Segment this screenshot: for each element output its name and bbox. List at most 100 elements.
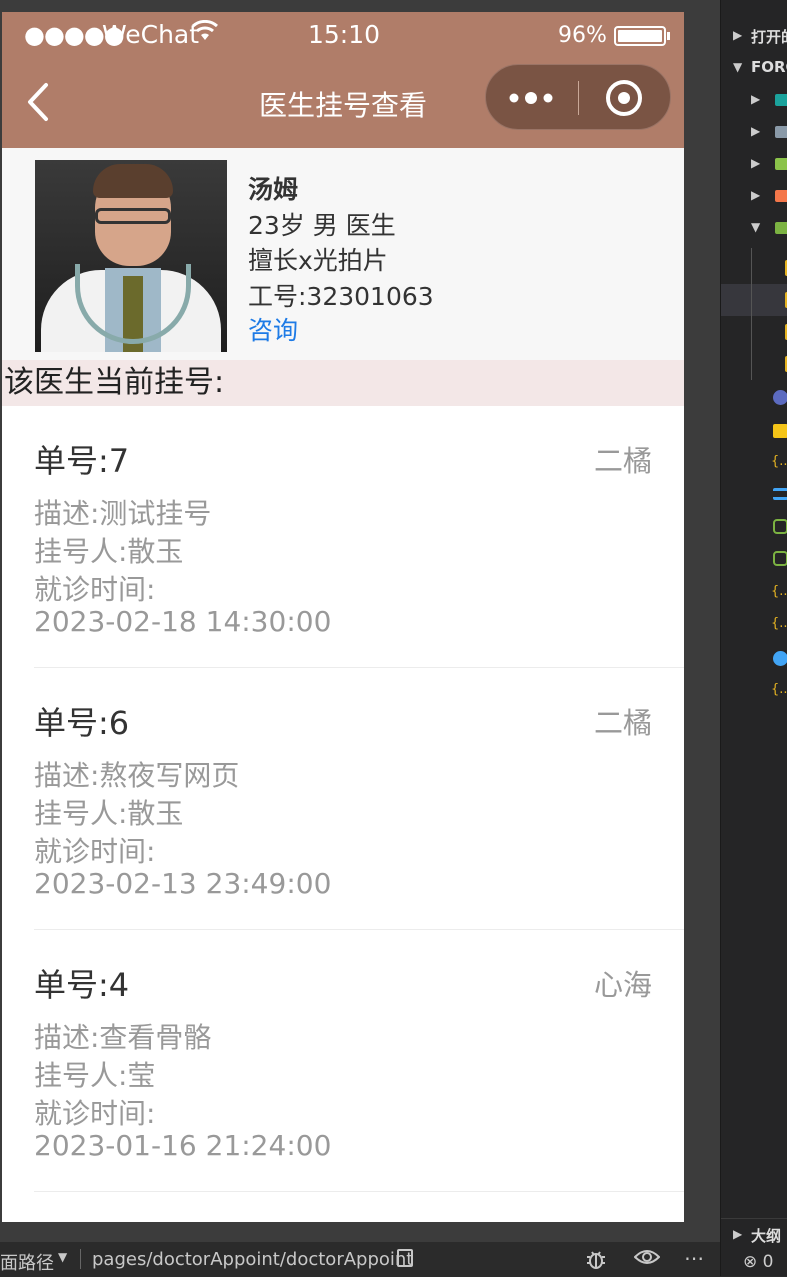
chevron-down-icon: ▼ [733,60,743,74]
project-folder-label: FORC [751,58,787,76]
carrier-name: WeChat [102,20,200,49]
tree-file-item[interactable] [721,316,787,348]
appointment-description: 描述:熬夜写网页 [34,759,240,792]
tree-file-item[interactable] [721,642,787,674]
tree-file-item[interactable] [721,382,787,414]
appointment-time-label: 就诊时间: [34,1097,156,1130]
appointment-description: 描述:查看骨骼 [34,1021,212,1054]
appointment-item[interactable]: 单号:4 心海 描述:查看骨骼 挂号人:莹 就诊时间: 2023-01-16 2… [2,930,684,1192]
tree-file-item[interactable]: {.. [721,576,787,608]
chevron-right-icon: ▶ [733,28,743,42]
appointment-number: 单号:7 [34,442,130,480]
tree-folder-item[interactable]: ▶ [721,180,787,212]
json-file-icon: {.. [771,682,787,697]
appointment-patient: 挂号人:散玉 [34,535,184,568]
copy-icon[interactable] [397,1249,413,1267]
json-file-icon: {.. [771,584,787,599]
appointment-doctor: 二橘 [593,444,652,478]
status-bar: ●●●●● WeChat 15:10 96% [2,12,684,56]
battery-tip [667,32,670,40]
json-file-icon: {.. [771,616,787,631]
page-path: pages/doctorAppoint/doctorAppoint [92,1249,414,1270]
doctor-staff-id: 工号:32301063 [248,282,434,311]
status-time: 15:10 [308,20,381,49]
folder-icon [775,190,787,202]
more-menu-icon[interactable] [508,83,558,113]
tree-file-item[interactable] [721,478,787,510]
outline-label: 大纲 [751,1227,782,1245]
json-file-icon: {.. [771,454,787,469]
config-file-icon [773,390,787,405]
tree-file-item[interactable] [721,252,787,284]
tree-file-item[interactable]: {.. [721,608,787,640]
appointment-time: 2023-01-16 21:24:00 [34,1129,332,1162]
error-count[interactable]: ⊗ 0 [743,1252,773,1272]
folder-icon [775,158,787,170]
outline-section[interactable]: ▶ 大纲 [721,1218,787,1248]
tree-file-item[interactable] [721,284,787,316]
appointment-item[interactable]: 单号:6 二橘 描述:熬夜写网页 挂号人:散玉 就诊时间: 2023-02-13… [2,668,684,930]
folder-open-icon [775,222,787,234]
divider [34,1191,684,1192]
chevron-down-icon[interactable]: ▼ [58,1250,67,1264]
doctor-specialty: 擅长x光拍片 [248,246,388,275]
tree-file-item[interactable] [721,542,787,574]
appointment-doctor: 心海 [593,968,652,1002]
consult-link[interactable]: 咨询 [248,311,298,347]
tree-folder-item[interactable]: ▶ [721,84,787,116]
battery-percent: 96% [558,23,607,48]
chevron-right-icon: ▶ [751,92,761,106]
tree-folder-item[interactable]: ▶ [721,148,787,180]
doctor-name: 汤姆 [248,175,299,204]
close-mini-program-icon[interactable] [606,80,642,116]
appointment-patient: 挂号人:散玉 [34,797,184,830]
tree-file-item[interactable]: {.. [721,446,787,478]
eye-icon[interactable] [633,1247,661,1272]
navigation-bar: 医生挂号查看 [2,56,684,148]
divider [80,1249,81,1269]
appointment-time-label: 就诊时间: [34,835,156,868]
css-file-icon [773,488,787,500]
appointment-item[interactable]: 单号:7 二橘 描述:测试挂号 挂号人:散玉 就诊时间: 2023-02-18 … [2,406,684,668]
tree-file-item[interactable]: {.. [721,674,787,706]
appointment-number: 单号:4 [34,966,130,1004]
folder-icon [775,126,787,138]
chevron-right-icon: ▶ [751,156,761,170]
appointment-description: 描述:测试挂号 [34,497,212,530]
node-file-icon [773,551,787,566]
doctor-card: 汤姆 23岁 男 医生 擅长x光拍片 工号:32301063 咨询 [2,148,684,360]
project-folder-section[interactable]: ▼ FORC [721,52,787,84]
page-path-label[interactable]: 面路径 [0,1249,54,1275]
chevron-down-icon: ▼ [751,220,761,234]
appointment-number: 单号:6 [34,704,130,742]
mini-program-capsule [485,64,671,130]
battery-icon [614,26,666,46]
folder-icon [775,94,787,106]
doctor-info: 23岁 男 医生 [248,211,396,240]
appointment-time: 2023-02-18 14:30:00 [34,605,332,638]
info-icon [773,651,787,666]
tree-file-item[interactable] [721,348,787,380]
devtools-status-bar: 面路径 ▼ pages/doctorAppoint/doctorAppoint … [0,1242,720,1276]
doctor-photo [35,160,227,352]
wifi-icon [192,19,218,48]
capsule-divider [578,81,579,115]
phone-screen: ●●●●● WeChat 15:10 96% 医生挂号查看 汤姆 23岁 男 医… [2,12,684,1222]
more-icon[interactable]: ⋯ [684,1246,704,1270]
chevron-right-icon: ▶ [751,124,761,138]
open-editors-label: 打开的 [751,28,787,46]
appointment-time: 2023-02-13 23:49:00 [34,867,332,900]
tree-folder-item[interactable]: ▼ [721,212,787,244]
node-file-icon [773,519,787,534]
editor-sidebar: ▶ 打开的 ▼ FORC ▶ ▶ ▶ ▶ ▼ {.. {.. {.. {.. ▶… [720,0,787,1276]
appointment-patient: 挂号人:莹 [34,1059,156,1092]
open-editors-section[interactable]: ▶ 打开的 [721,20,787,52]
section-header: 该医生当前挂号: [2,360,684,406]
appointment-time-label: 就诊时间: [34,573,156,606]
tree-file-item[interactable] [721,414,787,446]
tree-folder-item[interactable]: ▶ [721,116,787,148]
js-file-icon [773,424,787,438]
chevron-right-icon: ▶ [751,188,761,202]
tree-file-item[interactable] [721,510,787,542]
bug-icon[interactable] [584,1247,608,1277]
